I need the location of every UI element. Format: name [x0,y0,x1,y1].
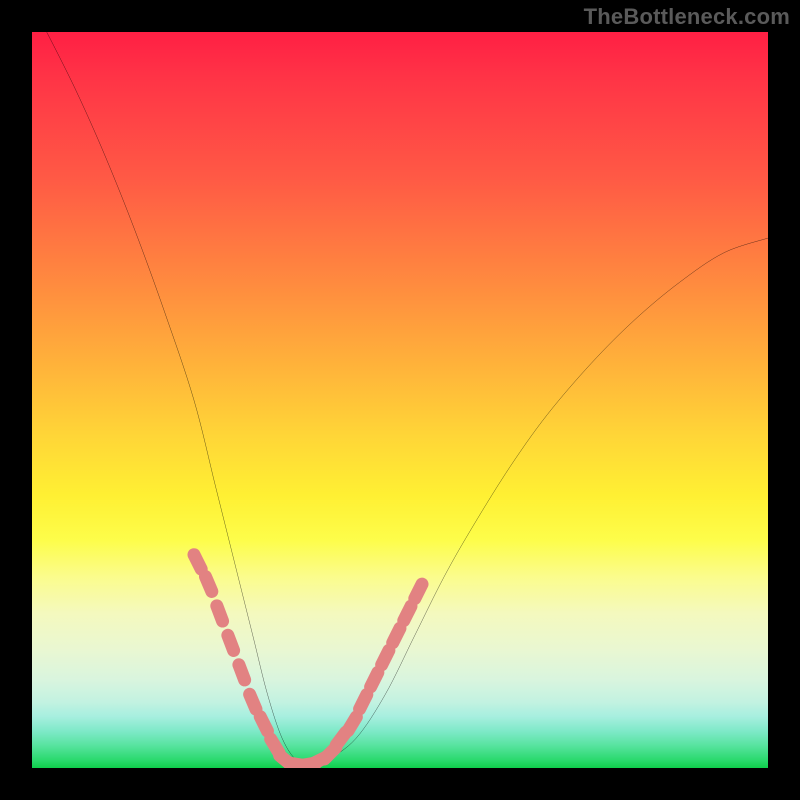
highlight-markers-group [194,555,422,766]
highlight-marker [415,584,422,598]
highlight-marker [194,555,201,569]
highlight-marker [228,635,234,650]
highlight-marker [348,717,356,731]
highlight-marker [382,650,389,664]
watermark-label: TheBottleneck.com [584,4,790,30]
highlight-marker [239,665,245,680]
highlight-marker [205,577,211,592]
highlight-marker [217,606,223,621]
highlight-marker [250,694,256,709]
highlight-marker [404,606,411,620]
chart-frame: TheBottleneck.com [0,0,800,800]
bottleneck-curve-path [47,32,768,764]
highlight-marker [260,717,267,731]
highlight-marker [360,695,367,709]
curve-layer [32,32,768,768]
highlight-marker [393,628,400,642]
plot-area [32,32,768,768]
highlight-marker [371,672,378,686]
